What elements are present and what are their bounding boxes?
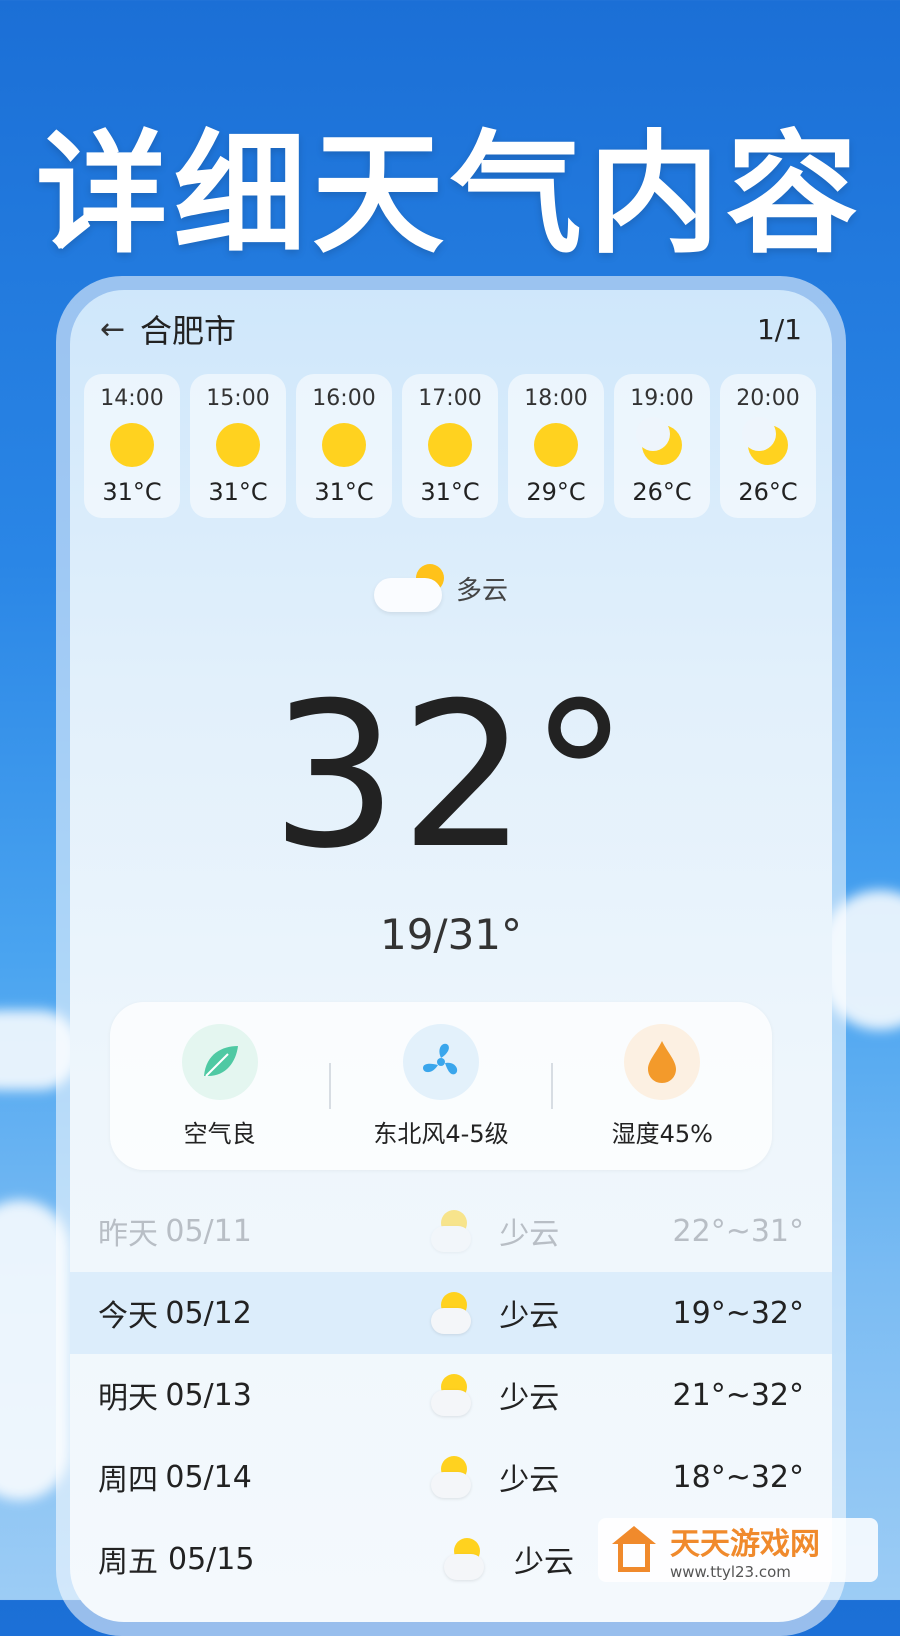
- hourly-card: 20:00 26°C: [720, 374, 816, 518]
- day-range: 21°~32°: [672, 1377, 804, 1413]
- sun-icon: [216, 422, 260, 467]
- sun-icon: [428, 422, 472, 467]
- city-name[interactable]: 合肥市: [140, 306, 236, 352]
- day-date: 05/14: [165, 1459, 252, 1495]
- hourly-card: 19:00 26°C: [614, 374, 710, 518]
- leaf-icon: [181, 1023, 258, 1100]
- condition-text: 多云: [456, 575, 509, 606]
- partly-cloudy-icon: [438, 1532, 492, 1586]
- fan-icon: [402, 1023, 479, 1100]
- hourly-forecast[interactable]: 14:00 31°C 15:00 31°C 16:00 31°C 17:00 3…: [84, 374, 816, 518]
- moon-icon: [636, 416, 684, 467]
- hourly-card: 16:00 31°C: [296, 374, 392, 518]
- current-temperature: 32°: [270, 660, 632, 893]
- hourly-temp: 29°C: [526, 478, 586, 506]
- partly-cloudy-icon: [425, 1286, 477, 1340]
- humidity-label: 湿度45%: [611, 1119, 713, 1148]
- hourly-temp: 31°C: [420, 478, 480, 506]
- hourly-time: 16:00: [312, 386, 376, 411]
- air-quality-stat[interactable]: 空气良: [110, 1023, 329, 1149]
- partly-cloudy-icon: [425, 1450, 477, 1504]
- promo-title: 详细天气内容: [36, 118, 864, 272]
- hourly-temp: 31°C: [208, 478, 268, 506]
- watermark-url: www.ttyl23.com: [670, 1563, 791, 1581]
- day-condition: 少云: [499, 1463, 560, 1498]
- sun-icon: [110, 422, 154, 467]
- wind-label: 东北风4-5级: [373, 1119, 509, 1148]
- day-name: 昨天: [98, 1217, 158, 1252]
- day-date: 05/13: [165, 1377, 252, 1413]
- hourly-card: 18:00 29°C: [508, 374, 604, 518]
- current-condition: 多云: [370, 560, 508, 620]
- day-date: 05/12: [165, 1295, 252, 1331]
- top-bar: ← 合肥市 1/1: [100, 304, 802, 354]
- hourly-time: 19:00: [630, 386, 694, 411]
- daily-row[interactable]: 明天 05/13 少云 21°~32°: [70, 1354, 832, 1436]
- house-logo-icon: [608, 1526, 660, 1574]
- air-quality-label: 空气良: [183, 1119, 256, 1148]
- hourly-temp: 26°C: [738, 478, 798, 506]
- wind-stat[interactable]: 东北风4-5级: [331, 1023, 550, 1149]
- phone-frame: ← 合肥市 1/1 14:00 31°C 15:00 31°C 16:00 31…: [56, 276, 846, 1636]
- day-name: 今天: [98, 1299, 158, 1334]
- hourly-card: 17:00 31°C: [402, 374, 498, 518]
- day-name: 周五: [98, 1545, 158, 1580]
- partly-cloudy-icon: [370, 560, 450, 620]
- watermark: 天天游戏网 www.ttyl23.com: [598, 1518, 878, 1582]
- sun-icon: [322, 422, 366, 467]
- day-range: 18°~32°: [672, 1459, 804, 1495]
- partly-cloudy-icon: [425, 1368, 477, 1422]
- weather-screen: ← 合肥市 1/1 14:00 31°C 15:00 31°C 16:00 31…: [70, 290, 832, 1622]
- hourly-temp: 31°C: [314, 478, 374, 506]
- day-range: 19°~32°: [672, 1295, 804, 1331]
- back-arrow-icon[interactable]: ←: [100, 312, 134, 347]
- watermark-text: 天天游戏网 www.ttyl23.com: [670, 1519, 820, 1581]
- day-name: 明天: [98, 1381, 158, 1416]
- partly-cloudy-icon: [425, 1204, 477, 1258]
- day-range: 22°~31°: [672, 1213, 804, 1249]
- hourly-temp: 31°C: [102, 478, 162, 506]
- moon-icon: [742, 416, 790, 467]
- hourly-time: 15:00: [206, 386, 270, 411]
- hourly-time: 14:00: [100, 386, 164, 411]
- day-date: 05/11: [165, 1213, 252, 1249]
- day-date: 05/15: [168, 1541, 255, 1577]
- daily-row[interactable]: 昨天 05/11 少云 22°~31°: [70, 1190, 832, 1272]
- day-name: 周四: [98, 1463, 158, 1498]
- day-condition: 少云: [499, 1381, 560, 1416]
- daily-row[interactable]: 周四 05/14 少云 18°~32°: [70, 1436, 832, 1518]
- day-condition: 少云: [499, 1299, 560, 1334]
- day-condition: 少云: [499, 1217, 560, 1252]
- daily-row[interactable]: 今天 05/12 少云 19°~32°: [70, 1272, 832, 1354]
- hourly-time: 17:00: [418, 386, 482, 411]
- hourly-card: 15:00 31°C: [190, 374, 286, 518]
- temperature-range: 19/31°: [379, 910, 523, 959]
- hourly-time: 18:00: [524, 386, 588, 411]
- watermark-name: 天天游戏网: [670, 1527, 820, 1562]
- page-indicator: 1/1: [756, 312, 802, 346]
- sun-icon: [534, 422, 578, 467]
- hourly-time: 20:00: [736, 386, 800, 411]
- drop-icon: [624, 1023, 701, 1100]
- hourly-card: 14:00 31°C: [84, 374, 180, 518]
- stats-panel: 空气良 东北风4-5级 湿度45%: [110, 1002, 772, 1170]
- humidity-stat[interactable]: 湿度45%: [553, 1023, 772, 1149]
- hourly-temp: 26°C: [632, 478, 692, 506]
